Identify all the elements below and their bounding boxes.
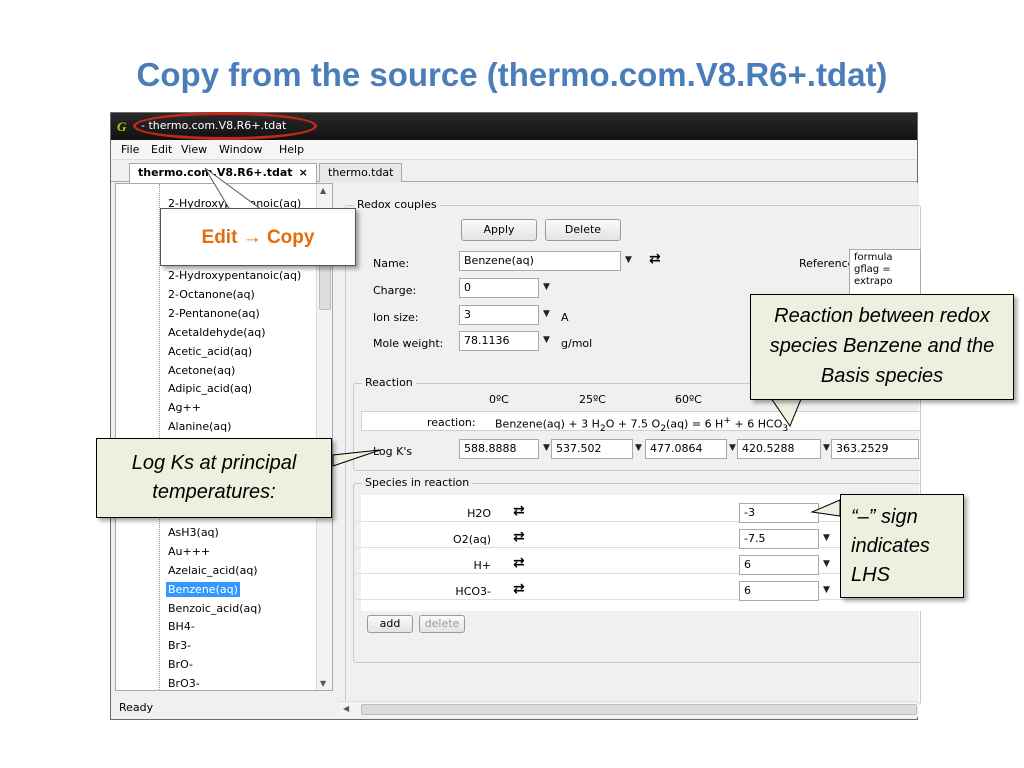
reaction-callout: Reaction between redox species Benzene a… [750, 294, 1014, 400]
logk-callout: Log Ks at principal temperatures: [96, 438, 332, 518]
sign-callout: “–” sign indicates LHS [840, 494, 964, 598]
edit-copy-callout: Edit → Copy [160, 208, 356, 266]
